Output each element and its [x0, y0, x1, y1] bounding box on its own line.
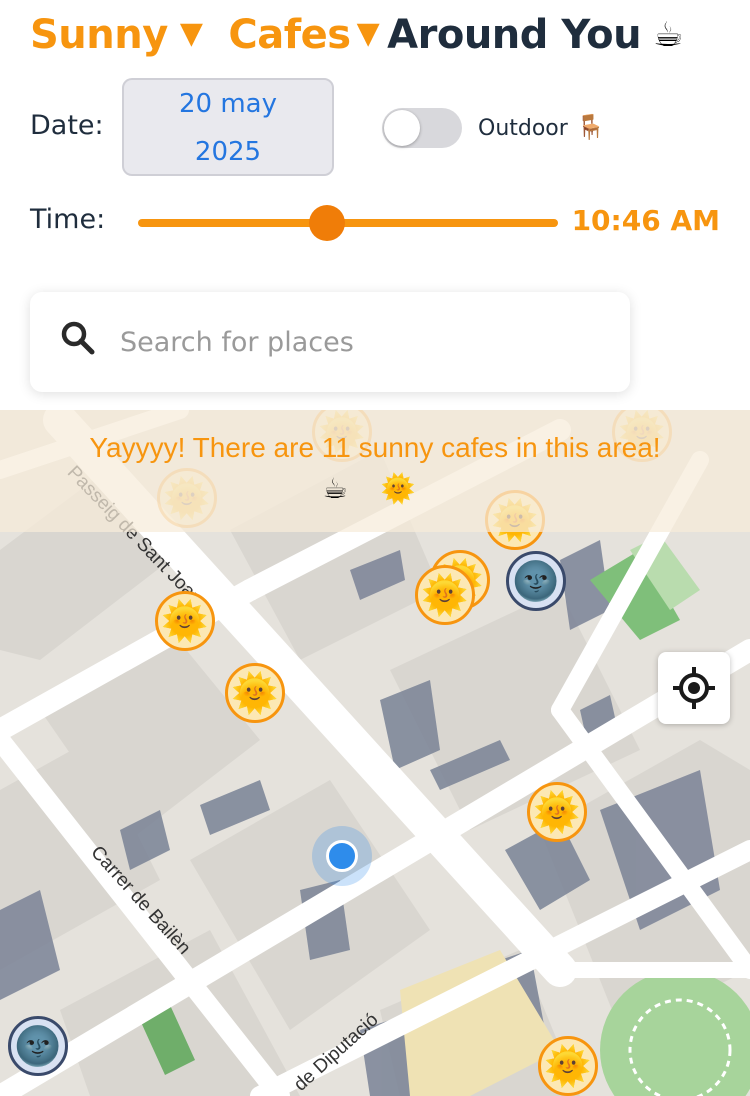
chair-icon: 🪑	[575, 113, 606, 141]
app-title: Sunny ▼ Cafes ▼ Around You ☕	[30, 8, 684, 62]
toggle-knob	[384, 110, 420, 146]
date-row: Date: 20 may 2025 Outdoor 🪑	[30, 78, 730, 178]
title-around-you: Around You	[387, 12, 642, 58]
shaded-cafe-pin[interactable]: 🌚	[506, 551, 566, 611]
sunny-cafe-pin[interactable]: 🌞	[415, 565, 475, 625]
shaded-cafe-pin[interactable]: 🌚	[8, 1016, 68, 1076]
map-view[interactable]: Passeig de Sant Joan Carrer de Bailèn de…	[0, 410, 750, 1096]
outdoor-toggle[interactable]	[382, 108, 462, 148]
cafe-count-banner	[0, 410, 750, 532]
crosshair-icon	[673, 667, 715, 709]
cafe-count-message: Yayyyy! There are 11 sunny cafes in this…	[89, 432, 661, 463]
sunny-cafe-pin[interactable]: 🌞	[527, 782, 587, 842]
outdoor-label: Outdoor 🪑	[478, 113, 606, 141]
outdoor-label-text: Outdoor	[478, 116, 568, 141]
title-cafes: Cafes	[228, 12, 351, 58]
time-slider-track[interactable]	[138, 219, 558, 227]
user-location-marker	[312, 826, 372, 886]
title-sunny: Sunny	[30, 12, 168, 58]
sunny-cafe-pin[interactable]: 🌞	[538, 1036, 598, 1096]
date-value-year: 2025	[194, 137, 262, 167]
search-bar[interactable]	[30, 292, 630, 392]
search-input[interactable]	[118, 318, 602, 366]
title-dropdown-arrow-icon[interactable]: ▼	[357, 16, 380, 51]
user-location-dot	[326, 840, 358, 872]
date-label: Date:	[30, 110, 104, 141]
locate-me-button[interactable]	[658, 652, 730, 724]
time-label: Time:	[30, 204, 106, 235]
time-row: Time: 10:46 AM	[30, 198, 730, 248]
time-slider-handle[interactable]	[309, 205, 345, 241]
date-picker[interactable]: 20 may 2025	[122, 78, 334, 176]
coffee-icon: ☕	[653, 15, 684, 55]
sunny-cafe-pin[interactable]: 🌞	[155, 591, 215, 651]
date-value-day: 20 may	[179, 89, 277, 119]
banner-emoji: ☕ 🌞	[322, 472, 428, 505]
sunny-cafe-pin[interactable]: 🌞	[225, 663, 285, 723]
time-value: 10:46 AM	[571, 204, 720, 237]
title-dropdown-arrow-icon[interactable]: ▼	[180, 16, 203, 51]
search-icon	[61, 321, 95, 355]
